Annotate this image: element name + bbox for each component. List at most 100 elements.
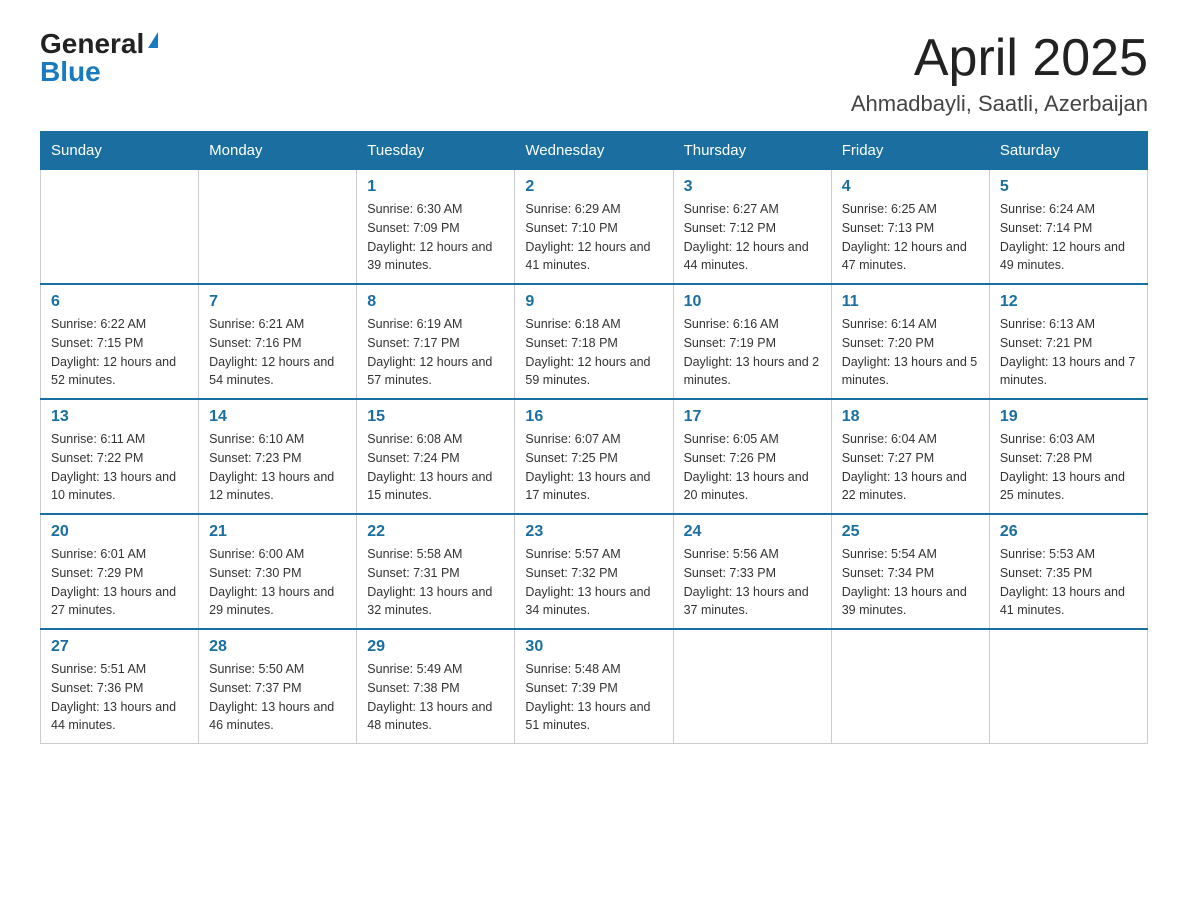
day-number: 3 xyxy=(684,178,821,196)
day-info: Sunrise: 5:54 AMSunset: 7:34 PMDaylight:… xyxy=(842,545,979,620)
day-info: Sunrise: 5:51 AMSunset: 7:36 PMDaylight:… xyxy=(51,660,188,735)
day-info: Sunrise: 5:56 AMSunset: 7:33 PMDaylight:… xyxy=(684,545,821,620)
day-info: Sunrise: 5:57 AMSunset: 7:32 PMDaylight:… xyxy=(525,545,662,620)
day-info: Sunrise: 6:13 AMSunset: 7:21 PMDaylight:… xyxy=(1000,315,1137,390)
day-info: Sunrise: 6:29 AMSunset: 7:10 PMDaylight:… xyxy=(525,200,662,275)
day-info: Sunrise: 6:19 AMSunset: 7:17 PMDaylight:… xyxy=(367,315,504,390)
week-row-1: 1 Sunrise: 6:30 AMSunset: 7:09 PMDaylight… xyxy=(41,170,1148,285)
day-info: Sunrise: 6:14 AMSunset: 7:20 PMDaylight:… xyxy=(842,315,979,390)
day-info: Sunrise: 6:21 AMSunset: 7:16 PMDaylight:… xyxy=(209,315,346,390)
calendar-cell: 18Sunrise: 6:04 AMSunset: 7:27 PMDayligh… xyxy=(831,399,989,514)
day-number: 22 xyxy=(367,523,504,541)
day-info: Sunrise: 6:01 AMSunset: 7:29 PMDaylight:… xyxy=(51,545,188,620)
day-info: Sunrise: 6:22 AMSunset: 7:15 PMDaylight:… xyxy=(51,315,188,390)
logo-general-text: General xyxy=(40,30,144,58)
day-number: 29 xyxy=(367,638,504,656)
calendar-cell: 4 Sunrise: 6:25 AMSunset: 7:13 PMDaylight… xyxy=(831,170,989,285)
week-row-5: 27 Sunrise: 5:51 AMSunset: 7:36 PMDayligh… xyxy=(41,629,1148,744)
day-info: Sunrise: 6:10 AMSunset: 7:23 PMDaylight:… xyxy=(209,430,346,505)
weekday-header-wednesday: Wednesday xyxy=(515,132,673,170)
calendar-cell: 24 Sunrise: 5:56 AMSunset: 7:33 PMDayligh… xyxy=(673,514,831,629)
day-info: Sunrise: 6:24 AMSunset: 7:14 PMDaylight:… xyxy=(1000,200,1137,275)
day-info: Sunrise: 6:11 AMSunset: 7:22 PMDaylight:… xyxy=(51,430,188,505)
weekday-header-row: SundayMondayTuesdayWednesdayThursdayFrid… xyxy=(41,132,1148,170)
calendar-cell: 5Sunrise: 6:24 AMSunset: 7:14 PMDaylight… xyxy=(989,170,1147,285)
location-title: Ahmadbayli, Saatli, Azerbaijan xyxy=(851,91,1148,117)
day-info: Sunrise: 6:05 AMSunset: 7:26 PMDaylight:… xyxy=(684,430,821,505)
calendar-cell: 22Sunrise: 5:58 AMSunset: 7:31 PMDayligh… xyxy=(357,514,515,629)
calendar-cell xyxy=(831,629,989,744)
day-info: Sunrise: 6:00 AMSunset: 7:30 PMDaylight:… xyxy=(209,545,346,620)
calendar-cell: 14 Sunrise: 6:10 AMSunset: 7:23 PMDayligh… xyxy=(199,399,357,514)
day-number: 24 xyxy=(684,523,821,541)
calendar-cell: 12 Sunrise: 6:13 AMSunset: 7:21 PMDayligh… xyxy=(989,284,1147,399)
weekday-header-friday: Friday xyxy=(831,132,989,170)
day-number: 15 xyxy=(367,408,504,426)
day-info: Sunrise: 6:08 AMSunset: 7:24 PMDaylight:… xyxy=(367,430,504,505)
calendar-cell: 17 Sunrise: 6:05 AMSunset: 7:26 PMDayligh… xyxy=(673,399,831,514)
calendar-cell: 20 Sunrise: 6:01 AMSunset: 7:29 PMDayligh… xyxy=(41,514,199,629)
calendar-cell: 2 Sunrise: 6:29 AMSunset: 7:10 PMDaylight… xyxy=(515,170,673,285)
calendar-table: SundayMondayTuesdayWednesdayThursdayFrid… xyxy=(40,131,1148,744)
calendar-cell xyxy=(989,629,1147,744)
day-number: 25 xyxy=(842,523,979,541)
logo-triangle-icon xyxy=(148,32,158,48)
day-number: 20 xyxy=(51,523,188,541)
day-number: 9 xyxy=(525,293,662,311)
header: General Blue April 2025 Ahmadbayli, Saat… xyxy=(40,30,1148,117)
weekday-header-sunday: Sunday xyxy=(41,132,199,170)
calendar-cell: 19Sunrise: 6:03 AMSunset: 7:28 PMDayligh… xyxy=(989,399,1147,514)
day-number: 27 xyxy=(51,638,188,656)
calendar-cell: 28Sunrise: 5:50 AMSunset: 7:37 PMDayligh… xyxy=(199,629,357,744)
calendar-cell: 3 Sunrise: 6:27 AMSunset: 7:12 PMDaylight… xyxy=(673,170,831,285)
day-number: 2 xyxy=(525,178,662,196)
day-number: 10 xyxy=(684,293,821,311)
week-row-3: 13Sunrise: 6:11 AMSunset: 7:22 PMDayligh… xyxy=(41,399,1148,514)
day-number: 23 xyxy=(525,523,662,541)
calendar-cell: 16 Sunrise: 6:07 AMSunset: 7:25 PMDayligh… xyxy=(515,399,673,514)
day-number: 14 xyxy=(209,408,346,426)
day-number: 1 xyxy=(367,178,504,196)
weekday-header-tuesday: Tuesday xyxy=(357,132,515,170)
calendar-cell: 23 Sunrise: 5:57 AMSunset: 7:32 PMDayligh… xyxy=(515,514,673,629)
week-row-2: 6 Sunrise: 6:22 AMSunset: 7:15 PMDaylight… xyxy=(41,284,1148,399)
day-info: Sunrise: 6:30 AMSunset: 7:09 PMDaylight:… xyxy=(367,200,504,275)
day-info: Sunrise: 6:16 AMSunset: 7:19 PMDaylight:… xyxy=(684,315,821,390)
calendar-cell: 30 Sunrise: 5:48 AMSunset: 7:39 PMDayligh… xyxy=(515,629,673,744)
day-number: 30 xyxy=(525,638,662,656)
calendar-cell: 6 Sunrise: 6:22 AMSunset: 7:15 PMDaylight… xyxy=(41,284,199,399)
day-info: Sunrise: 5:53 AMSunset: 7:35 PMDaylight:… xyxy=(1000,545,1137,620)
day-number: 8 xyxy=(367,293,504,311)
calendar-cell: 10 Sunrise: 6:16 AMSunset: 7:19 PMDayligh… xyxy=(673,284,831,399)
day-info: Sunrise: 6:25 AMSunset: 7:13 PMDaylight:… xyxy=(842,200,979,275)
day-number: 6 xyxy=(51,293,188,311)
week-row-4: 20 Sunrise: 6:01 AMSunset: 7:29 PMDayligh… xyxy=(41,514,1148,629)
day-number: 16 xyxy=(525,408,662,426)
calendar-cell: 27 Sunrise: 5:51 AMSunset: 7:36 PMDayligh… xyxy=(41,629,199,744)
day-number: 18 xyxy=(842,408,979,426)
calendar-cell: 29 Sunrise: 5:49 AMSunset: 7:38 PMDayligh… xyxy=(357,629,515,744)
weekday-header-saturday: Saturday xyxy=(989,132,1147,170)
calendar-cell: 1 Sunrise: 6:30 AMSunset: 7:09 PMDaylight… xyxy=(357,170,515,285)
calendar-cell: 11 Sunrise: 6:14 AMSunset: 7:20 PMDayligh… xyxy=(831,284,989,399)
calendar-cell: 8 Sunrise: 6:19 AMSunset: 7:17 PMDaylight… xyxy=(357,284,515,399)
day-number: 4 xyxy=(842,178,979,196)
day-number: 26 xyxy=(1000,523,1137,541)
day-number: 28 xyxy=(209,638,346,656)
calendar-cell: 15 Sunrise: 6:08 AMSunset: 7:24 PMDayligh… xyxy=(357,399,515,514)
day-number: 17 xyxy=(684,408,821,426)
calendar-cell: 21 Sunrise: 6:00 AMSunset: 7:30 PMDayligh… xyxy=(199,514,357,629)
day-info: Sunrise: 5:49 AMSunset: 7:38 PMDaylight:… xyxy=(367,660,504,735)
day-number: 11 xyxy=(842,293,979,311)
calendar-cell xyxy=(199,170,357,285)
day-info: Sunrise: 5:48 AMSunset: 7:39 PMDaylight:… xyxy=(525,660,662,735)
day-number: 21 xyxy=(209,523,346,541)
calendar-cell xyxy=(673,629,831,744)
day-info: Sunrise: 6:07 AMSunset: 7:25 PMDaylight:… xyxy=(525,430,662,505)
day-number: 7 xyxy=(209,293,346,311)
calendar-cell: 25 Sunrise: 5:54 AMSunset: 7:34 PMDayligh… xyxy=(831,514,989,629)
month-title: April 2025 xyxy=(851,30,1148,87)
day-info: Sunrise: 6:27 AMSunset: 7:12 PMDaylight:… xyxy=(684,200,821,275)
day-number: 12 xyxy=(1000,293,1137,311)
day-number: 19 xyxy=(1000,408,1137,426)
